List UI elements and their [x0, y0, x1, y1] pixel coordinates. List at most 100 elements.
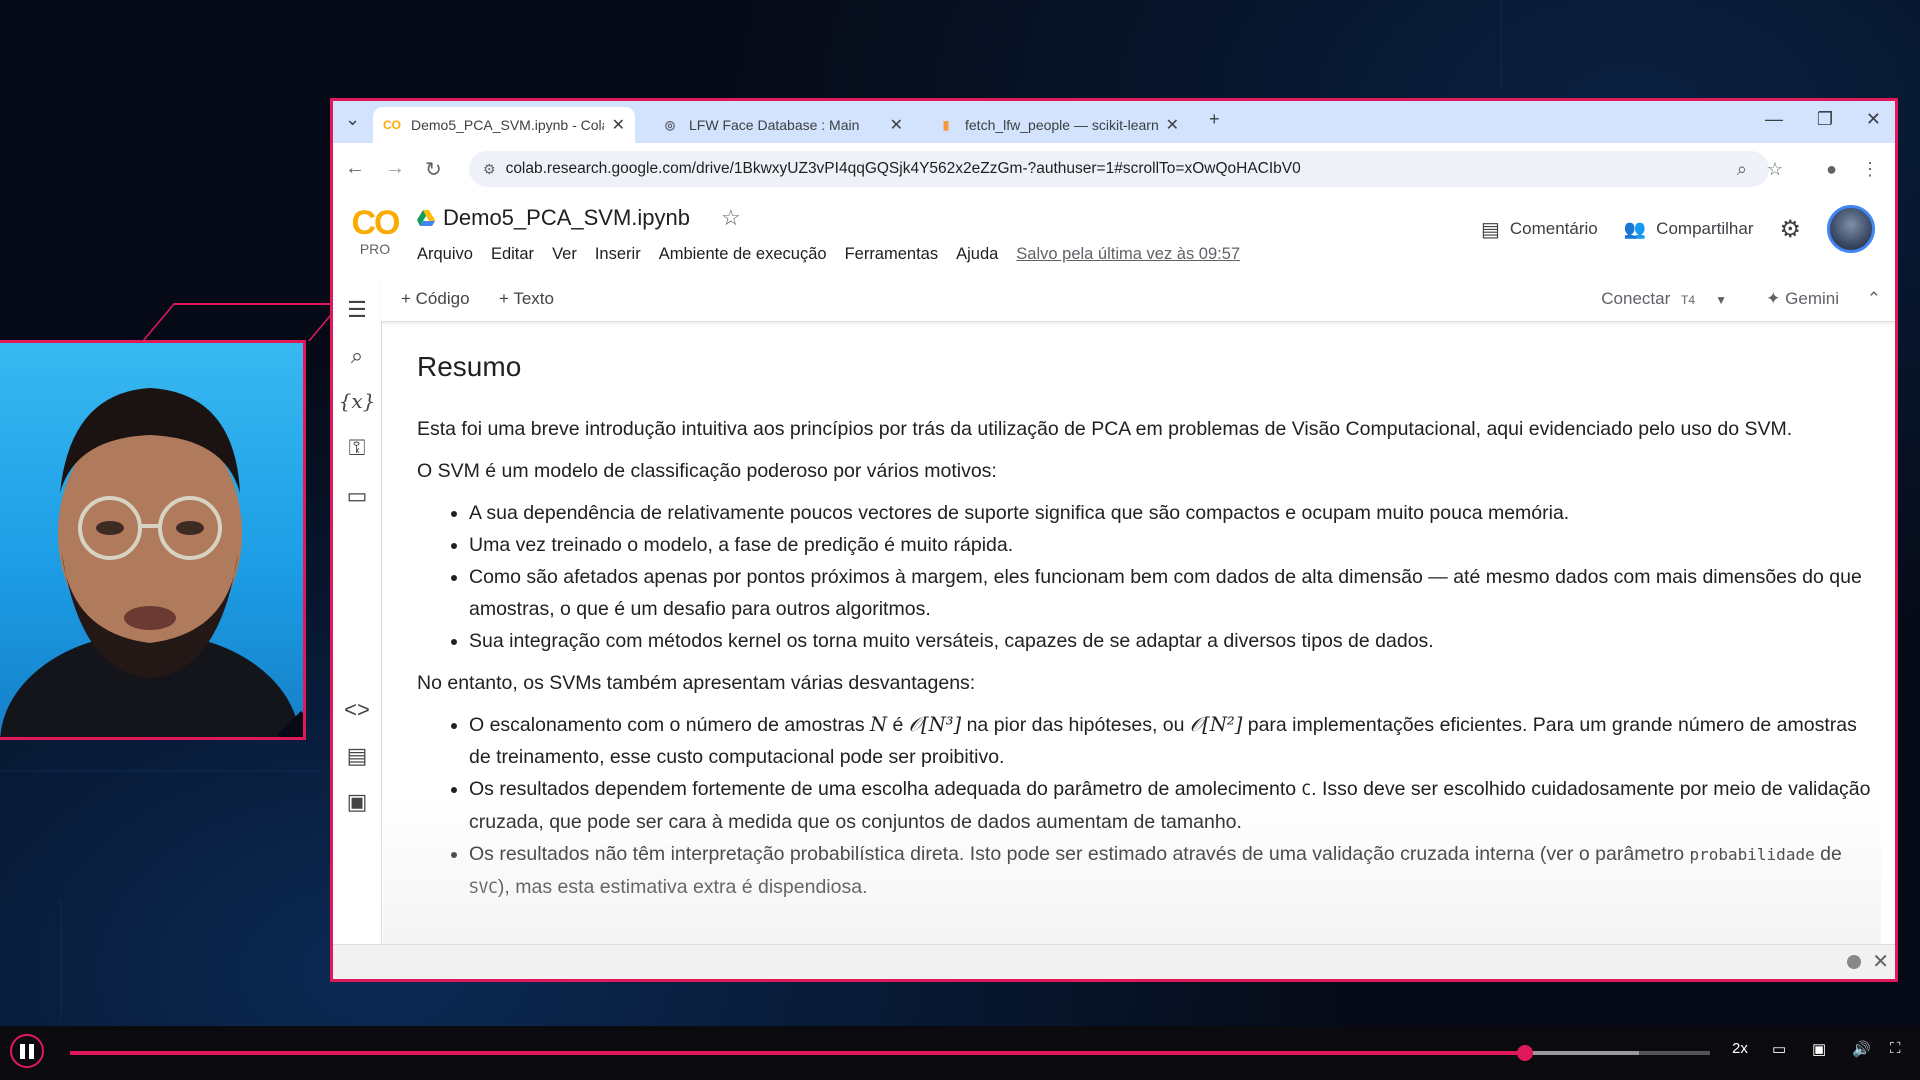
colab-header: CO PRO Demo5_PCA_SVM.ipynb ☆ Arquivo Edi…: [333, 195, 1895, 279]
webcam-frame-tab: [142, 303, 342, 341]
menu-item-ambiente[interactable]: Ambiente de execução: [659, 245, 827, 264]
close-window-icon[interactable]: ✕: [1866, 109, 1881, 130]
menu-item-ferramentas[interactable]: Ferramentas: [845, 245, 939, 264]
tab-colab[interactable]: CO Demo5_PCA_SVM.ipynb - Colab ✕: [373, 107, 635, 143]
settings-gear-icon[interactable]: ⚙: [1779, 215, 1801, 244]
text-span: Os resultados dependem fortemente de uma…: [469, 778, 1302, 800]
star-icon[interactable]: ☆: [721, 205, 741, 231]
code-probabilidade: probabilidade: [1689, 845, 1815, 864]
connect-label: Conectar: [1601, 289, 1671, 308]
last-saved-link[interactable]: Salvo pela última vez às 09:57: [1016, 245, 1240, 264]
forward-icon[interactable]: →: [385, 157, 405, 180]
command-palette-icon[interactable]: ▤: [333, 743, 381, 769]
notebook-toolbar: + Código + Texto Conectar T4 ▼ ✦ Gemini …: [381, 279, 1895, 322]
status-bar: ✕: [333, 944, 1895, 979]
menu-item-editar[interactable]: Editar: [491, 245, 534, 264]
decorative-line: [60, 900, 62, 1020]
share-button[interactable]: 👥 Compartilhar: [1624, 219, 1754, 240]
close-tab-icon[interactable]: ✕: [890, 115, 903, 135]
list-item: Sua integração com métodos kernel os tor…: [469, 625, 1881, 657]
zoom-icon[interactable]: ⌕: [1737, 159, 1747, 180]
tab-title: fetch_lfw_people — scikit-learn: [965, 117, 1158, 133]
globe-icon: ◎: [664, 118, 676, 132]
menu-item-inserir[interactable]: Inserir: [595, 245, 641, 264]
list-item: O escalonamento com o número de amostras…: [469, 709, 1881, 773]
close-status-icon[interactable]: ✕: [1872, 949, 1889, 974]
people-icon: 👥: [1623, 218, 1647, 239]
gemini-button[interactable]: ✦ Gemini: [1766, 289, 1839, 309]
math-big-o-quadratic: 𝒪[N²]: [1189, 713, 1243, 736]
connect-dropdown-icon[interactable]: ▼: [1715, 293, 1727, 307]
captions-icon[interactable]: ▭: [1772, 1040, 1786, 1058]
text-span: de: [1814, 843, 1842, 865]
left-sidebar: ☰ ⌕ {x} ⚿ ▭ <> ▤ ▣: [333, 279, 382, 945]
menu-item-ver[interactable]: Ver: [552, 245, 577, 264]
advantages-title: O SVM é um modelo de classificação poder…: [417, 460, 997, 482]
notebook-filename: Demo5_PCA_SVM.ipynb: [443, 205, 691, 230]
menu-item-arquivo[interactable]: Arquivo: [417, 245, 473, 264]
colab-logo[interactable]: CO PRO: [347, 205, 403, 257]
restore-icon[interactable]: ❐: [1817, 109, 1833, 130]
comment-icon: ▤: [1480, 218, 1500, 241]
sklearn-icon: ▮: [942, 118, 950, 132]
table-of-contents-icon[interactable]: ☰: [333, 297, 381, 323]
profile-icon[interactable]: ●: [1826, 159, 1837, 180]
seek-bar[interactable]: [70, 1045, 1710, 1061]
menu-bar: Arquivo Editar Ver Inserir Ambiente de e…: [417, 245, 1240, 264]
folder-icon[interactable]: ▭: [333, 483, 381, 509]
close-tab-icon[interactable]: ✕: [612, 115, 625, 135]
miniplayer-icon[interactable]: ▣: [1812, 1040, 1826, 1058]
math-big-o-cubic: 𝒪[N³]: [908, 713, 962, 736]
address-bar[interactable]: ⚙ colab.research.google.com/drive/1Bkwxy…: [469, 151, 1769, 187]
close-tab-icon[interactable]: ✕: [1166, 115, 1179, 135]
terminal-icon[interactable]: ▣: [333, 789, 381, 815]
google-drive-icon: [417, 210, 435, 226]
connect-button[interactable]: Conectar T4: [1601, 289, 1695, 309]
comment-button[interactable]: ▤ Comentário: [1481, 217, 1598, 242]
list-item: Os resultados dependem fortemente de uma…: [469, 773, 1881, 838]
notebook-title[interactable]: Demo5_PCA_SVM.ipynb: [417, 205, 690, 231]
text-span: Os resultados não têm interpretação prob…: [469, 843, 1690, 865]
text-span: na pior das hipóteses, ou: [961, 714, 1190, 736]
comment-label: Comentário: [1509, 219, 1598, 238]
pause-button[interactable]: [10, 1034, 44, 1068]
address-bar-row: ← → ↻ ⚙ colab.research.google.com/drive/…: [333, 143, 1895, 195]
back-icon[interactable]: ←: [345, 157, 365, 180]
add-code-button[interactable]: + Código: [401, 289, 470, 309]
menu-item-ajuda[interactable]: Ajuda: [956, 245, 998, 264]
volume-icon[interactable]: 🔊: [1852, 1040, 1871, 1058]
new-tab-icon[interactable]: +: [1209, 109, 1220, 130]
decorative-line: [1500, 0, 1502, 90]
fullscreen-icon[interactable]: ⛶: [1890, 1040, 1901, 1057]
text-cell[interactable]: Resumo Esta foi uma breve introdução int…: [383, 323, 1881, 945]
presenter-video: [0, 388, 300, 737]
secrets-key-icon[interactable]: ⚿: [333, 435, 381, 461]
tab-lfw[interactable]: ◎ LFW Face Database : Main ✕: [651, 107, 913, 143]
section-heading: Resumo: [417, 351, 522, 382]
code-svc: SVC: [469, 878, 498, 897]
site-info-icon[interactable]: ⚙: [483, 161, 496, 178]
add-text-button[interactable]: + Texto: [499, 289, 554, 309]
played-bar: [70, 1051, 1525, 1055]
variables-icon[interactable]: {x}: [333, 389, 381, 413]
tab-sklearn[interactable]: ▮ fetch_lfw_people — scikit-learn ✕: [927, 107, 1189, 143]
avatar[interactable]: [1827, 205, 1875, 253]
collapse-header-icon[interactable]: ⌃: [1867, 289, 1881, 309]
code-snippets-icon[interactable]: <>: [333, 697, 381, 723]
disadvantages-list: O escalonamento com o número de amostras…: [417, 709, 1881, 904]
reload-icon[interactable]: ↻: [425, 157, 442, 182]
colab-icon: CO: [383, 118, 401, 132]
tab-bar: ⌄ CO Demo5_PCA_SVM.ipynb - Colab ✕ ◎ LFW…: [333, 101, 1895, 143]
search-icon[interactable]: ⌕: [333, 343, 381, 369]
bookmark-star-icon[interactable]: ☆: [1767, 159, 1783, 180]
tab-search-dropdown-icon[interactable]: ⌄: [345, 109, 360, 130]
code-c: C: [1301, 780, 1312, 799]
intro-paragraph: Esta foi uma breve introdução intuitiva …: [417, 418, 1793, 440]
share-label: Compartilhar: [1656, 219, 1754, 238]
header-actions: ▤ Comentário 👥 Compartilhar ⚙: [1481, 205, 1875, 253]
browser-menu-icon[interactable]: ⋮: [1861, 159, 1879, 180]
list-item: Como são afetados apenas por pontos próx…: [469, 561, 1881, 625]
minimize-icon[interactable]: —: [1765, 109, 1783, 130]
seek-handle[interactable]: [1516, 1045, 1533, 1061]
playback-speed[interactable]: 2x: [1732, 1040, 1748, 1057]
